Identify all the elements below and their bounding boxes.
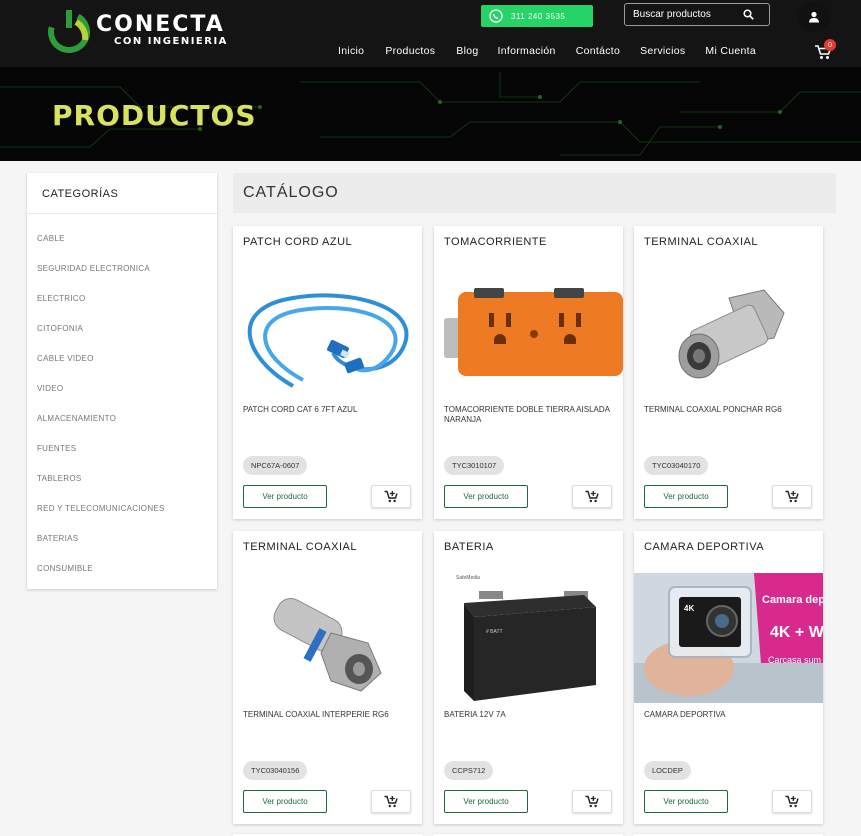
add-to-cart-icon bbox=[785, 795, 799, 808]
product-sku-badge: TYC3010107 bbox=[444, 456, 505, 475]
product-card: TOMACORRIENTE TOMACORRIENTE DOBLE TIERRA… bbox=[434, 226, 623, 519]
cart-count-badge: 0 bbox=[824, 39, 836, 51]
brand-logo[interactable]: CONECTA CON INGENIERIA bbox=[46, 6, 276, 54]
product-description: BATERIA 12V 7A bbox=[444, 710, 506, 719]
add-to-cart-button[interactable] bbox=[772, 790, 812, 813]
product-title[interactable]: TERMINAL COAXIAL bbox=[243, 541, 357, 553]
patch-cord-image[interactable] bbox=[233, 268, 422, 398]
battery-image[interactable]: SafeMedia # BATT bbox=[434, 573, 623, 703]
battery-label-text: # BATT bbox=[486, 629, 503, 635]
add-to-cart-button[interactable] bbox=[371, 485, 411, 508]
outlet-image[interactable] bbox=[434, 268, 623, 398]
camera-promo-line-1: Camara dep bbox=[762, 594, 823, 606]
page-title: PRODUCTOS bbox=[52, 99, 257, 132]
product-title[interactable]: CAMARA DEPORTIVA bbox=[644, 541, 764, 553]
product-card: CAMARA DEPORTIVA 4K Camara dep 4K + W Ca… bbox=[634, 531, 823, 824]
battery-brand-text: SafeMedia bbox=[456, 575, 480, 581]
view-product-button[interactable]: Ver producto bbox=[444, 485, 528, 508]
product-sku-badge: TYC03040156 bbox=[243, 761, 308, 780]
product-description: TERMINAL COAXIAL INTERPERIE RG6 bbox=[243, 710, 389, 719]
sidebar-title: CATEGORÍAS bbox=[27, 173, 217, 214]
view-product-button[interactable]: Ver producto bbox=[243, 485, 327, 508]
product-description: TOMACORRIENTE DOBLE TIERRA AISLADA NARAN… bbox=[444, 405, 610, 424]
power-logo-icon bbox=[48, 10, 90, 53]
product-sku-badge: NPC67A-0607 bbox=[243, 456, 308, 475]
product-description: TERMINAL COAXIAL PONCHAR RG6 bbox=[644, 405, 782, 414]
category-item-video[interactable]: VIDEO bbox=[27, 373, 217, 403]
category-sidebar: CATEGORÍAS CABLE SEGURIDAD ELECTRONICA E… bbox=[27, 173, 217, 589]
product-description: PATCH CORD CAT 6 7FT AZUL bbox=[243, 405, 358, 414]
nav-informacion[interactable]: Información bbox=[498, 45, 556, 57]
main-nav: Inicio Productos Blog Información Contác… bbox=[338, 45, 756, 57]
category-item-fuentes[interactable]: FUENTES bbox=[27, 433, 217, 463]
view-product-button[interactable]: Ver producto bbox=[644, 485, 728, 508]
site-header: CONECTA CON INGENIERIA 311 240 3535 Inic… bbox=[0, 0, 861, 67]
add-to-cart-button[interactable] bbox=[772, 485, 812, 508]
product-title[interactable]: TERMINAL COAXIAL bbox=[644, 236, 758, 248]
add-to-cart-icon bbox=[585, 490, 599, 503]
camera-badge-text: 4K bbox=[684, 604, 694, 613]
product-card: TERMINAL COAXIAL TERMINAL COAXIAL PONCHA… bbox=[634, 226, 823, 519]
add-to-cart-icon bbox=[384, 490, 398, 503]
category-item-red-telecomunicaciones[interactable]: RED Y TELECOMUNICACIONES bbox=[27, 493, 217, 523]
nav-blog[interactable]: Blog bbox=[456, 45, 478, 57]
category-item-cable-video[interactable]: CABLE VIDEO bbox=[27, 343, 217, 373]
product-title[interactable]: BATERIA bbox=[444, 541, 494, 553]
nav-mi-cuenta[interactable]: Mi Cuenta bbox=[705, 45, 756, 57]
category-item-citofonia[interactable]: CITOFONIA bbox=[27, 313, 217, 343]
whatsapp-button[interactable]: 311 240 3535 bbox=[481, 5, 593, 27]
category-item-almacenamiento[interactable]: ALMACENAMIENTO bbox=[27, 403, 217, 433]
category-item-electrico[interactable]: ELECTRICO bbox=[27, 283, 217, 313]
category-item-tableros[interactable]: TABLEROS bbox=[27, 463, 217, 493]
product-card: BATERIA SafeMedia # BATT BATERIA 12V 7A … bbox=[434, 531, 623, 824]
camera-promo-line-3: Carcasa sum bbox=[768, 655, 821, 665]
category-item-baterias[interactable]: BATERIAS bbox=[27, 523, 217, 553]
add-to-cart-button[interactable] bbox=[572, 790, 612, 813]
product-sku-badge: TYC03040170 bbox=[644, 456, 709, 475]
action-camera-image[interactable]: 4K Camara dep 4K + W Carcasa sum bbox=[634, 573, 823, 703]
coax-terminal-image[interactable] bbox=[233, 573, 422, 703]
nav-productos[interactable]: Productos bbox=[385, 45, 435, 57]
add-to-cart-icon bbox=[585, 795, 599, 808]
product-sku-badge: CCPS712 bbox=[444, 761, 494, 780]
page-banner: PRODUCTOS bbox=[0, 67, 861, 161]
nav-servicios[interactable]: Servicios bbox=[640, 45, 685, 57]
category-item-cable[interactable]: CABLE bbox=[27, 223, 217, 253]
nav-inicio[interactable]: Inicio bbox=[338, 45, 364, 57]
search-icon[interactable] bbox=[743, 9, 754, 20]
add-to-cart-icon bbox=[384, 795, 398, 808]
nav-contacto[interactable]: Contácto bbox=[576, 45, 620, 57]
category-item-seguridad-electronica[interactable]: SEGURIDAD ELECTRONICA bbox=[27, 253, 217, 283]
whatsapp-number: 311 240 3535 bbox=[511, 11, 566, 21]
product-title[interactable]: TOMACORRIENTE bbox=[444, 236, 547, 248]
add-to-cart-icon bbox=[785, 490, 799, 503]
product-sku-badge: LOCDEP bbox=[644, 761, 691, 780]
add-to-cart-button[interactable] bbox=[572, 485, 612, 508]
product-card: TERMINAL COAXIAL TERMINAL COAXIAL INTERP… bbox=[233, 531, 422, 824]
product-description: CAMARA DEPORTIVA bbox=[644, 710, 726, 719]
product-card: PATCH CORD AZUL PATCH CORD CAT 6 7FT AZU… bbox=[233, 226, 422, 519]
whatsapp-icon bbox=[489, 9, 503, 23]
coax-terminal-image[interactable] bbox=[634, 268, 823, 398]
account-button[interactable] bbox=[798, 2, 830, 32]
user-icon bbox=[809, 11, 819, 23]
add-to-cart-button[interactable] bbox=[371, 790, 411, 813]
view-product-button[interactable]: Ver producto bbox=[243, 790, 327, 813]
search-box[interactable] bbox=[624, 3, 770, 26]
view-product-button[interactable]: Ver producto bbox=[644, 790, 728, 813]
product-title[interactable]: PATCH CORD AZUL bbox=[243, 236, 352, 248]
logo-tagline: CON INGENIERIA bbox=[114, 36, 228, 47]
logo-wordmark: CONECTA bbox=[96, 12, 225, 37]
camera-promo-line-2: 4K + W bbox=[770, 624, 823, 641]
catalog-title: CATÁLOGO bbox=[233, 173, 836, 213]
search-input[interactable] bbox=[633, 9, 743, 20]
category-item-consumible[interactable]: CONSUMIBLE bbox=[27, 553, 217, 583]
category-list: CABLE SEGURIDAD ELECTRONICA ELECTRICO CI… bbox=[27, 214, 217, 583]
view-product-button[interactable]: Ver producto bbox=[444, 790, 528, 813]
